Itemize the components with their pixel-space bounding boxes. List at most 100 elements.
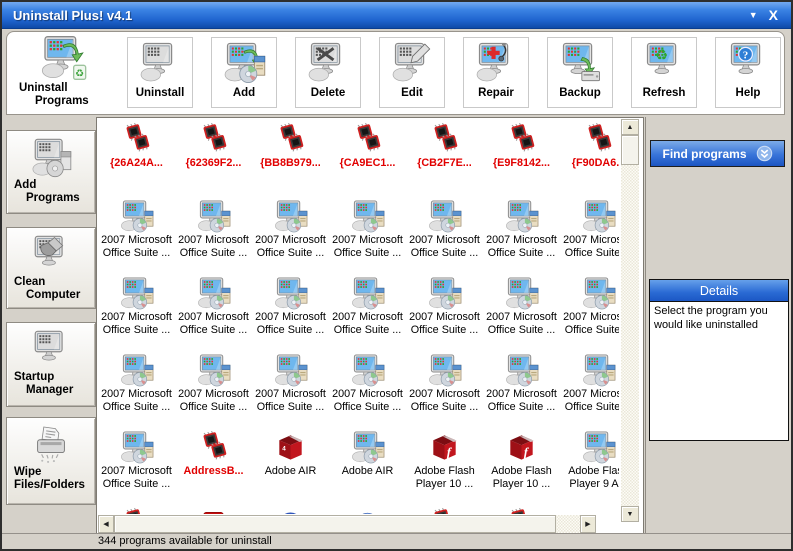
scroll-down-button[interactable]: ▼: [621, 506, 639, 522]
program-item-partial[interactable]: [560, 504, 619, 514]
program-item[interactable]: 2007 MicrosoftOffice Suite ...: [560, 273, 619, 350]
program-item-label: Office Suite ...: [102, 246, 171, 259]
program-item-label: {E9F8142...: [492, 157, 551, 169]
chip-icon: [273, 122, 308, 157]
help-icon: ?: [726, 41, 770, 85]
toolbar-button-add[interactable]: Add: [211, 37, 277, 108]
scroll-up-button[interactable]: ▲: [621, 119, 639, 135]
program-item[interactable]: 2007 MicrosoftOffice Suite ...: [406, 273, 483, 350]
program-item[interactable]: 2007 MicrosoftOffice Suite ...: [175, 196, 252, 273]
program-item-label: 2007 Microsoft: [409, 234, 480, 246]
program-item[interactable]: 2007 MicrosoftOffice Suite ...: [483, 196, 560, 273]
program-item[interactable]: 2007 MicrosoftOffice Suite ...: [560, 196, 619, 273]
program-item[interactable]: {CA9EC1...: [329, 119, 406, 196]
toolbar-button-uninstall[interactable]: Uninstall: [127, 37, 193, 108]
program-item[interactable]: {62369F2...: [175, 119, 252, 196]
program-item[interactable]: 2007 MicrosoftOffice Suite ...: [329, 273, 406, 350]
program-item[interactable]: 2007 MicrosoftOffice Suite ...: [560, 350, 619, 427]
program-item-partial[interactable]: [98, 504, 175, 514]
vertical-scrollbar-track[interactable]: [621, 135, 639, 506]
program-item[interactable]: 2007 MicrosoftOffice Suite ...: [329, 196, 406, 273]
program-item-label: 2007 Microsoft: [332, 388, 403, 400]
program-item-label: 2007 Microsoft: [563, 311, 619, 323]
vertical-scrollbar-thumb[interactable]: [621, 135, 639, 165]
program-item[interactable]: {26A24A...: [98, 119, 175, 196]
scroll-right-button[interactable]: ▶: [580, 515, 596, 533]
program-item-partial[interactable]: [406, 504, 483, 514]
uninstall-programs-button[interactable]: ♻ Uninstall Programs: [11, 34, 115, 113]
sidebar-button-wipe[interactable]: Wipe Files/Folders: [6, 417, 96, 505]
program-item-label: {CB2F7E...: [417, 157, 472, 169]
toolbar-button-help[interactable]: ? Help: [715, 37, 781, 108]
chip-icon: [427, 507, 462, 514]
reader-icon: [196, 507, 231, 514]
program-item[interactable]: 2007 MicrosoftOffice Suite ...: [252, 196, 329, 273]
horizontal-scrollbar-thumb[interactable]: [114, 515, 556, 533]
program-item[interactable]: 2007 MicrosoftOffice Suite ...: [175, 350, 252, 427]
close-icon[interactable]: X: [769, 7, 778, 23]
horizontal-scrollbar[interactable]: ◀ ▶: [98, 515, 596, 533]
toolbar-button-refresh[interactable]: ♻ Refresh: [631, 37, 697, 108]
titlebar[interactable]: Uninstall Plus! v4.1 ▼ X: [2, 2, 791, 29]
office-installer-icon: [119, 199, 154, 234]
svg-text:♻: ♻: [75, 69, 84, 80]
program-item[interactable]: AddressB...: [175, 427, 252, 504]
office-installer-icon: [350, 430, 385, 465]
program-item-label: 2007 Microsoft: [563, 388, 619, 400]
program-item-label: 2007 Microsoft: [101, 311, 172, 323]
program-item[interactable]: 2007 MicrosoftOffice Suite ...: [406, 196, 483, 273]
program-item[interactable]: 2007 MicrosoftOffice Suite ...: [175, 273, 252, 350]
minimize-icon[interactable]: ▼: [749, 10, 758, 20]
toolbar-button-delete[interactable]: Delete: [295, 37, 361, 108]
program-item[interactable]: {BB8B979...: [252, 119, 329, 196]
ring-icon: [273, 507, 308, 514]
sidebar-button-label: Add: [14, 179, 37, 191]
program-item-label: Office Suite ...: [564, 323, 619, 336]
scroll-left-button[interactable]: ◀: [98, 515, 114, 533]
program-item[interactable]: 2007 MicrosoftOffice Suite ...: [329, 350, 406, 427]
program-item[interactable]: {CB2F7E...: [406, 119, 483, 196]
toolbar-button-edit[interactable]: Edit: [379, 37, 445, 108]
program-item[interactable]: Adobe FlashPlayer 9 A...: [560, 427, 619, 504]
program-item-label: 2007 Microsoft: [332, 311, 403, 323]
program-item[interactable]: f Adobe Flash Player 10 ...: [483, 427, 560, 504]
sidebar-button-add[interactable]: Add Programs: [6, 130, 96, 214]
program-item-partial[interactable]: [252, 504, 329, 514]
program-item[interactable]: 2007 MicrosoftOffice Suite ...: [483, 350, 560, 427]
program-item-label: Office Suite ...: [102, 477, 171, 490]
program-item-label: Office Suite ...: [487, 246, 556, 259]
toolbar-button-label: Backup: [559, 87, 601, 99]
program-item[interactable]: {F90DA6...: [560, 119, 619, 196]
program-item-label: Office Suite ...: [102, 323, 171, 336]
program-item-partial[interactable]: [483, 504, 560, 514]
program-item[interactable]: 2007 MicrosoftOffice Suite ...: [98, 273, 175, 350]
program-item-label: {62369F2...: [185, 157, 242, 169]
find-programs-button[interactable]: Find programs: [650, 140, 785, 167]
program-item-label: Office Suite ...: [333, 246, 402, 259]
program-item[interactable]: 2007 MicrosoftOffice Suite ...: [98, 196, 175, 273]
program-item[interactable]: 2007 MicrosoftOffice Suite ...: [252, 350, 329, 427]
sidebar-button-clean[interactable]: Clean Computer: [6, 227, 96, 309]
program-item[interactable]: 2007 MicrosoftOffice Suite ...: [406, 350, 483, 427]
vertical-scrollbar[interactable]: ▲ ▼: [621, 119, 639, 522]
program-item-partial[interactable]: A: [329, 504, 406, 514]
sidebar-button-label: Manager: [26, 384, 74, 396]
chip-icon: [427, 122, 462, 157]
toolbar-button-label: Help: [735, 87, 761, 99]
program-item[interactable]: 2007 MicrosoftOffice Suite ...: [483, 273, 560, 350]
program-item-partial[interactable]: [175, 504, 252, 514]
find-programs-label: Find programs: [662, 146, 747, 161]
program-item[interactable]: 4 Adobe AIR: [252, 427, 329, 504]
program-item[interactable]: {E9F8142...: [483, 119, 560, 196]
chip-icon: [119, 507, 154, 514]
program-item[interactable]: f Adobe Flash Player 10 ...: [406, 427, 483, 504]
program-item[interactable]: 2007 MicrosoftOffice Suite ...: [98, 350, 175, 427]
program-item[interactable]: 2007 MicrosoftOffice Suite ...: [252, 273, 329, 350]
sidebar-button-startup[interactable]: Startup Manager: [6, 322, 96, 407]
program-item[interactable]: 2007 MicrosoftOffice Suite ...: [98, 427, 175, 504]
toolbar-button-repair[interactable]: Repair: [463, 37, 529, 108]
program-item[interactable]: Adobe AIR: [329, 427, 406, 504]
toolbar-button-backup[interactable]: Backup: [547, 37, 613, 108]
program-item-label: 2007 Microsoft: [178, 311, 249, 323]
office-installer-icon: [119, 353, 154, 388]
